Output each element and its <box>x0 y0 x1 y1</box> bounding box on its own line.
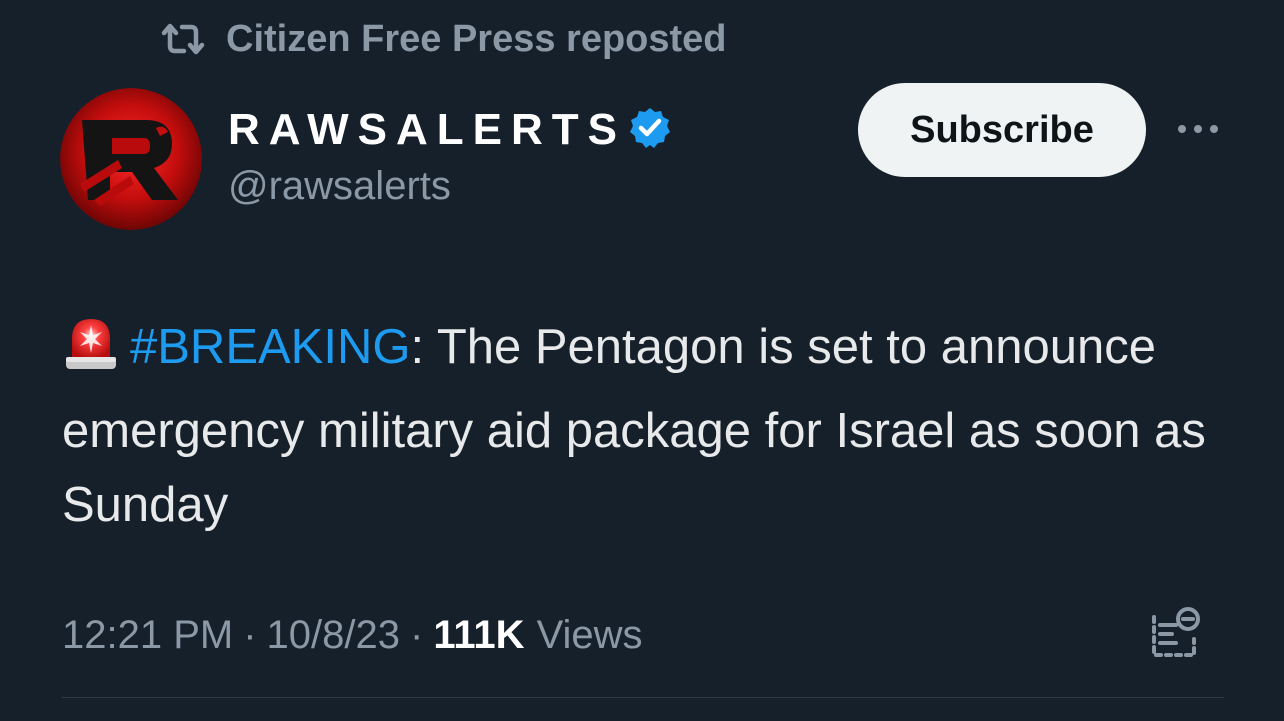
tweet-meta: 12:21 PM · 10/8/23 · 111K Views <box>62 605 643 665</box>
tweet-date[interactable]: 10/8/23 <box>267 613 400 658</box>
views-count: 111K <box>433 612 525 657</box>
author-info[interactable]: RAWSALERTS @rawsalerts <box>228 100 672 209</box>
repost-label: Citizen Free Press reposted <box>226 17 727 60</box>
more-options-button[interactable] <box>1174 112 1222 148</box>
tweet-text: #BREAKING: The Pentagon is set to announ… <box>62 310 1232 542</box>
handle[interactable]: @rawsalerts <box>228 164 672 209</box>
display-name[interactable]: RAWSALERTS <box>228 105 626 155</box>
views-label: Views <box>536 612 643 657</box>
police-siren-icon <box>62 313 120 394</box>
meta-separator: · <box>410 612 424 657</box>
hashtag-link[interactable]: #BREAKING <box>130 320 410 374</box>
verified-badge-icon[interactable] <box>628 106 672 155</box>
tweet-time[interactable]: 12:21 PM <box>62 613 233 658</box>
more-horizontal-icon <box>1176 121 1220 139</box>
repost-header[interactable]: Citizen Free Press reposted <box>160 14 727 64</box>
divider <box>62 697 1224 698</box>
post-analytics-icon <box>1146 607 1202 667</box>
subscribe-button[interactable]: Subscribe <box>858 83 1146 177</box>
meta-separator: · <box>243 612 257 657</box>
repost-icon <box>160 22 206 56</box>
avatar[interactable] <box>60 88 202 230</box>
post-analytics-button[interactable] <box>1146 603 1202 663</box>
rawsalerts-logo <box>60 88 202 230</box>
